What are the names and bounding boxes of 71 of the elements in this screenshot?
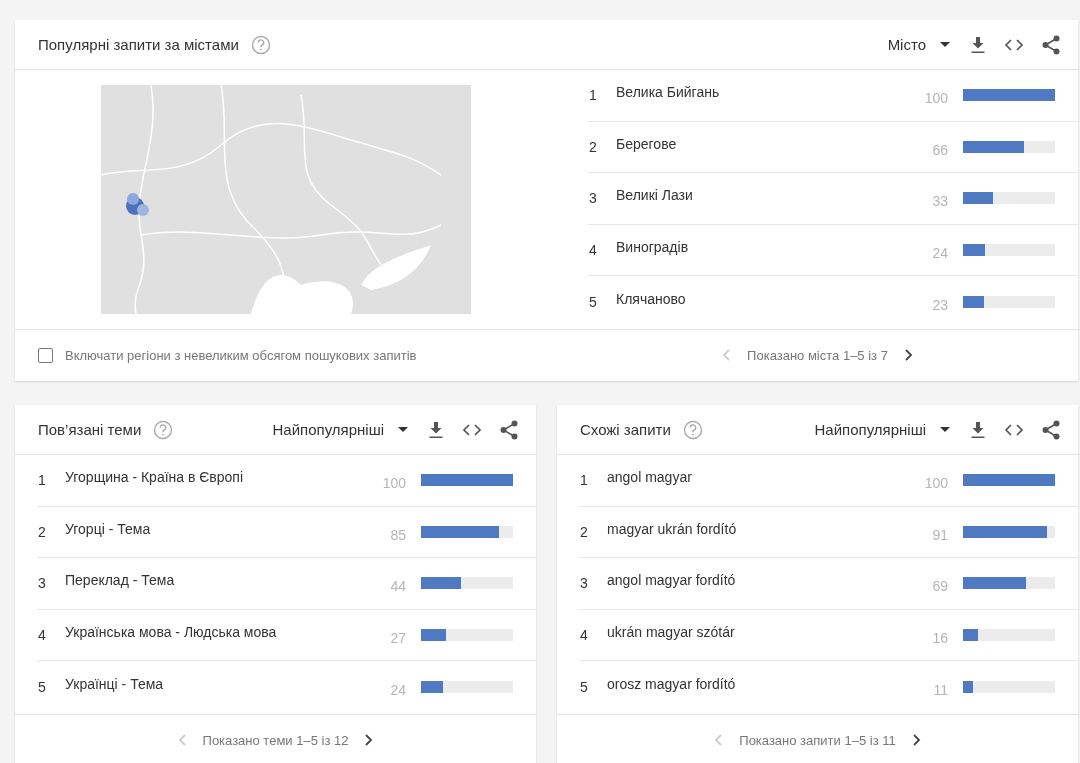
share-icon[interactable]: [1042, 419, 1060, 440]
item-value: 100: [923, 90, 948, 107]
code-icon[interactable]: [462, 423, 482, 436]
item-name[interactable]: ukrán magyar szótár: [607, 624, 908, 641]
rank-number: 3: [37, 575, 47, 592]
rank-number: 1: [588, 87, 598, 104]
sort-dropdown[interactable]: Місто: [887, 36, 950, 53]
rank-number: 4: [579, 627, 589, 644]
item-name[interactable]: angol magyar fordító: [607, 572, 908, 589]
item-name[interactable]: Переклад - Тема: [65, 572, 366, 589]
item-value: 27: [389, 630, 406, 647]
item-name[interactable]: Виноградів: [616, 239, 908, 256]
pagination-text: Показано міста 1–5 із 7: [747, 347, 888, 363]
caret-icon[interactable]: [398, 426, 408, 433]
rank-number: 1: [37, 472, 47, 489]
download-icon[interactable]: [970, 35, 986, 54]
code-icon[interactable]: [1004, 423, 1024, 436]
rank-number: 1: [579, 472, 589, 489]
rank-number: 3: [579, 575, 589, 592]
item-name[interactable]: Угорщина - Країна в Європі: [65, 469, 366, 486]
rank-number: 2: [579, 523, 589, 540]
checkbox-label[interactable]: Включати регіони з невеликим обсягом пошукових запитів: [65, 347, 417, 363]
item-value: 16: [931, 630, 948, 647]
item-name[interactable]: angol magyar: [607, 469, 908, 486]
item-name[interactable]: orosz magyar fordító: [607, 676, 908, 693]
item-name[interactable]: Клячаново: [616, 291, 908, 308]
rank-number: 5: [579, 679, 589, 696]
pagination-text: Показано запити 1–5 із 11: [739, 732, 896, 748]
sort-dropdown[interactable]: Найпопулярніші: [814, 421, 950, 438]
share-icon[interactable]: [500, 419, 518, 440]
download-icon[interactable]: [428, 420, 444, 439]
item-value: 24: [931, 245, 948, 262]
item-name[interactable]: magyar ukrán fordító: [607, 520, 908, 537]
download-icon[interactable]: [970, 420, 986, 439]
next-page-icon[interactable]: [911, 734, 921, 746]
item-name[interactable]: Велика Бийгань: [616, 84, 908, 101]
card-title: Популярні запити за містами: [38, 36, 239, 53]
rank-number: 2: [37, 523, 47, 540]
item-value: 85: [389, 526, 406, 543]
card-title: Пов’язані теми: [38, 421, 142, 438]
pagination-text: Показано теми 1–5 із 12: [202, 732, 349, 748]
item-value: 44: [389, 578, 406, 595]
item-name[interactable]: Великі Лази: [616, 187, 908, 204]
item-value: 100: [923, 475, 948, 492]
card-title: Схожі запити: [580, 421, 671, 438]
item-name[interactable]: Українці - Тема: [65, 676, 366, 693]
item-name[interactable]: Угорці - Тема: [65, 520, 366, 537]
next-page-icon[interactable]: [903, 349, 913, 361]
item-value: 24: [389, 682, 406, 699]
rank-number: 4: [588, 242, 598, 259]
share-icon[interactable]: [1042, 34, 1060, 55]
item-value: 100: [381, 475, 406, 492]
code-icon[interactable]: [1004, 38, 1024, 51]
rank-number: 3: [588, 190, 598, 207]
item-value: 33: [931, 193, 948, 210]
item-value: 23: [931, 297, 948, 314]
rank-number: 4: [37, 627, 47, 644]
rank-number: 2: [588, 138, 598, 155]
caret-icon[interactable]: [940, 426, 950, 433]
checkbox[interactable]: [38, 347, 53, 363]
rank-number: 5: [37, 679, 47, 696]
sort-dropdown[interactable]: Найпопулярніші: [272, 421, 408, 438]
item-value: 91: [931, 526, 948, 543]
item-name[interactable]: Берегове: [616, 135, 908, 152]
next-page-icon[interactable]: [364, 734, 374, 746]
item-value: 69: [931, 578, 948, 595]
rank-number: 5: [588, 294, 598, 311]
item-value: 66: [931, 141, 948, 158]
item-name[interactable]: Українська мова - Людська мова: [65, 624, 366, 641]
item-value: 11: [932, 682, 948, 699]
caret-icon[interactable]: [940, 41, 950, 48]
